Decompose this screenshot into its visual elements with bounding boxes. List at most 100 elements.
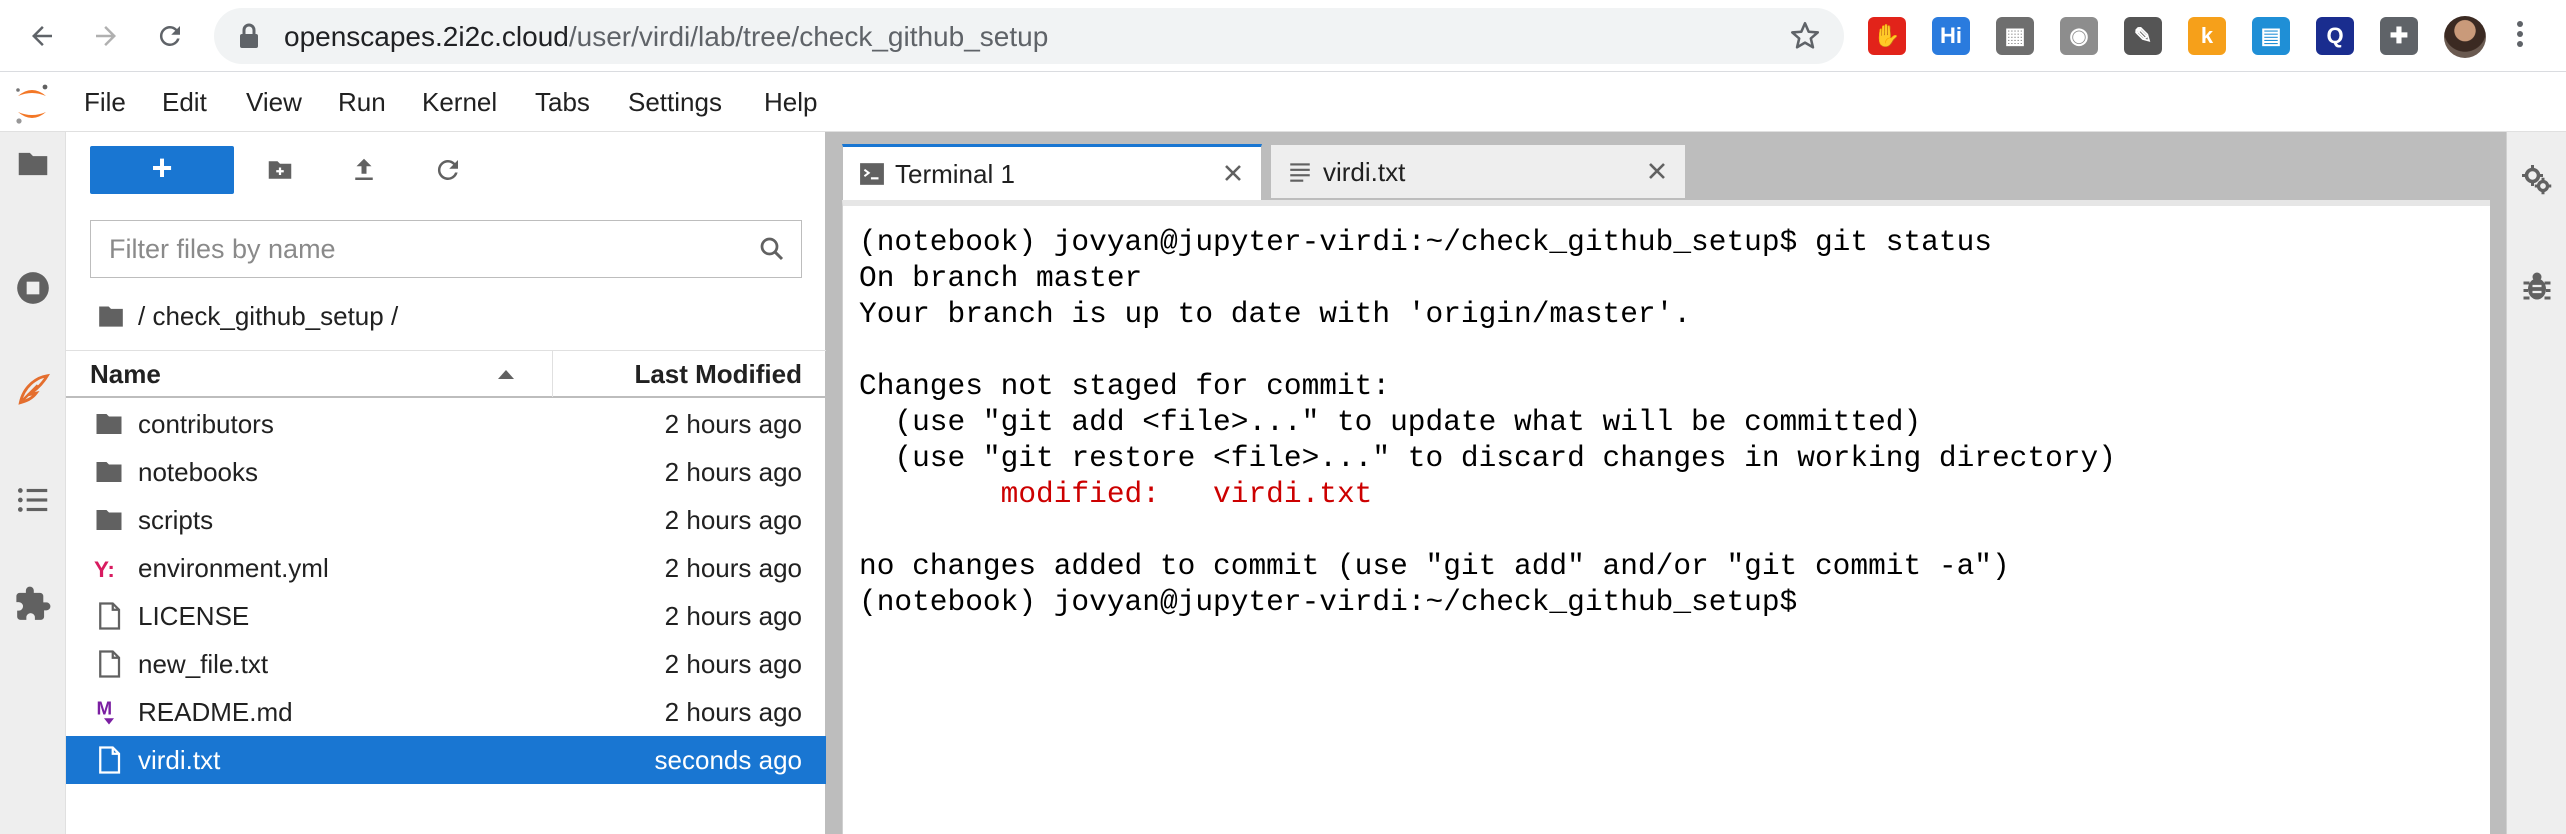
menu-file[interactable]: File bbox=[84, 86, 126, 118]
forward-button[interactable] bbox=[84, 14, 128, 58]
reader-extension-icon[interactable]: ▤ bbox=[2252, 17, 2290, 55]
markdown-file-icon: M bbox=[94, 697, 124, 727]
url-path: /user/virdi/lab/tree/check_github_setup bbox=[568, 21, 1049, 52]
file-icon bbox=[94, 745, 124, 775]
puzzle-extensions-icon[interactable]: ✚ bbox=[2380, 17, 2418, 55]
text-file-icon bbox=[1290, 163, 1310, 182]
file-row[interactable]: scripts 2 hours ago bbox=[66, 496, 826, 544]
menu-edit[interactable]: Edit bbox=[162, 86, 207, 118]
search-icon bbox=[760, 237, 784, 261]
file-modified: 2 hours ago bbox=[664, 697, 802, 727]
reload-button[interactable] bbox=[148, 14, 192, 58]
chrome-menu-icon[interactable] bbox=[2514, 18, 2526, 56]
breadcrumb: / check_github_setup / bbox=[96, 296, 398, 336]
file-modified: 2 hours ago bbox=[664, 649, 802, 679]
adblock-icon[interactable]: ✋ bbox=[1868, 17, 1906, 55]
lock-icon bbox=[240, 23, 258, 48]
upload-icon bbox=[355, 158, 373, 180]
running-sessions-tab[interactable] bbox=[11, 266, 55, 310]
camera-icon[interactable]: ◉ bbox=[2060, 17, 2098, 55]
file-row[interactable]: M README.md 2 hours ago bbox=[66, 688, 826, 736]
terminal-line: no changes added to commit (use "git add… bbox=[859, 549, 2010, 583]
browser-toolbar: openscapes.2i2c.cloud/user/virdi/lab/tre… bbox=[0, 0, 2566, 72]
menu-kernel[interactable]: Kernel bbox=[422, 86, 497, 118]
file-row[interactable]: Y: environment.yml 2 hours ago bbox=[66, 544, 826, 592]
menu-run[interactable]: Run bbox=[338, 86, 386, 118]
column-separator[interactable] bbox=[552, 351, 553, 397]
file-browser-tab[interactable] bbox=[11, 142, 55, 186]
table-of-contents-tab[interactable] bbox=[11, 478, 55, 522]
list-icon bbox=[17, 488, 48, 512]
breadcrumb-path[interactable]: / check_github_setup / bbox=[138, 301, 398, 332]
file-row[interactable]: virdi.txt seconds ago bbox=[66, 736, 826, 784]
highlighter-icon[interactable]: Hi bbox=[1932, 17, 1970, 55]
menu-settings[interactable]: Settings bbox=[628, 86, 722, 118]
file-list-header: Name Last Modified bbox=[66, 350, 826, 398]
file-name: scripts bbox=[138, 505, 214, 535]
file-row[interactable]: notebooks 2 hours ago bbox=[66, 448, 826, 496]
file-row[interactable]: LICENSE 2 hours ago bbox=[66, 592, 826, 640]
menu-view[interactable]: View bbox=[246, 86, 302, 118]
folder-icon[interactable] bbox=[96, 303, 126, 329]
back-button[interactable] bbox=[20, 14, 64, 58]
file-browser-panel: + / check_github_setup / Name Last Modif… bbox=[66, 132, 826, 834]
refresh-button[interactable] bbox=[430, 152, 466, 188]
git-extension-tab[interactable] bbox=[11, 368, 55, 412]
menu-tabs[interactable]: Tabs bbox=[535, 86, 590, 118]
file-modified: 2 hours ago bbox=[664, 457, 802, 487]
profile-avatar[interactable] bbox=[2444, 16, 2486, 58]
file-modified: 2 hours ago bbox=[664, 505, 802, 535]
filter-files-input[interactable] bbox=[91, 221, 741, 277]
file-icon bbox=[94, 601, 124, 631]
terminal-panel[interactable]: (notebook) jovyan@jupyter-virdi:~/check_… bbox=[842, 200, 2490, 834]
file-modified: 2 hours ago bbox=[664, 409, 802, 439]
close-tab-icon[interactable] bbox=[1219, 159, 1247, 187]
folder-icon bbox=[94, 409, 124, 439]
terminal-output: (notebook) jovyan@jupyter-virdi:~/check_… bbox=[859, 224, 2116, 620]
tab-virdi-txt[interactable]: virdi.txt bbox=[1270, 144, 1686, 198]
new-folder-button[interactable] bbox=[262, 152, 298, 188]
bookmark-star-icon[interactable] bbox=[1788, 19, 1822, 53]
name-column-header[interactable]: Name bbox=[90, 359, 161, 390]
menu-help[interactable]: Help bbox=[764, 86, 817, 118]
stop-circle-icon bbox=[17, 272, 49, 304]
file-modified: seconds ago bbox=[654, 745, 802, 775]
address-bar[interactable]: openscapes.2i2c.cloud/user/virdi/lab/tre… bbox=[214, 8, 1844, 64]
terminal-line: Your branch is up to date with 'origin/m… bbox=[859, 297, 1692, 331]
image-extension-icon[interactable]: ▦ bbox=[1996, 17, 2034, 55]
sort-ascending-icon[interactable] bbox=[496, 367, 516, 381]
svg-text:M: M bbox=[97, 698, 113, 719]
right-sidebar bbox=[2506, 132, 2566, 834]
filter-box bbox=[90, 220, 802, 278]
puzzle-icon bbox=[16, 586, 51, 620]
debugger-bug-icon[interactable] bbox=[2519, 268, 2555, 304]
terminal-line: (use "git restore <file>..." to discard … bbox=[859, 441, 2116, 475]
k-extension-icon[interactable]: k bbox=[2188, 17, 2226, 55]
folder-icon bbox=[18, 152, 48, 176]
extension-manager-tab[interactable] bbox=[11, 582, 55, 626]
file-list: contributors 2 hours ago notebooks 2 hours … bbox=[66, 400, 826, 784]
last-modified-column-header[interactable]: Last Modified bbox=[634, 359, 802, 390]
file-modified: 2 hours ago bbox=[664, 601, 802, 631]
terminal-line: (notebook) jovyan@jupyter-virdi:~/check_… bbox=[859, 585, 1815, 619]
file-row[interactable]: new_file.txt 2 hours ago bbox=[66, 640, 826, 688]
forward-arrow-icon bbox=[96, 26, 116, 46]
upload-button[interactable] bbox=[346, 152, 382, 188]
file-row[interactable]: contributors 2 hours ago bbox=[66, 400, 826, 448]
url-host: openscapes.2i2c.cloud bbox=[284, 21, 569, 52]
tab-terminal-1[interactable]: Terminal 1 bbox=[842, 144, 1262, 200]
ruler-extension-icon[interactable]: ✎ bbox=[2124, 17, 2162, 55]
folder-icon bbox=[94, 457, 124, 487]
file-name: LICENSE bbox=[138, 601, 250, 631]
reload-icon bbox=[159, 25, 180, 46]
q-extension-icon[interactable]: Q bbox=[2316, 17, 2354, 55]
file-name: environment.yml bbox=[138, 553, 329, 583]
close-tab-icon[interactable] bbox=[1643, 157, 1671, 185]
jupyter-logo-icon bbox=[16, 84, 48, 124]
property-inspector-icon[interactable] bbox=[2519, 162, 2555, 198]
git-feather-icon bbox=[18, 373, 51, 405]
new-launcher-button[interactable]: + bbox=[90, 146, 234, 194]
terminal-line: (notebook) jovyan@jupyter-virdi:~/check_… bbox=[859, 225, 1992, 259]
new-folder-icon bbox=[268, 161, 292, 179]
